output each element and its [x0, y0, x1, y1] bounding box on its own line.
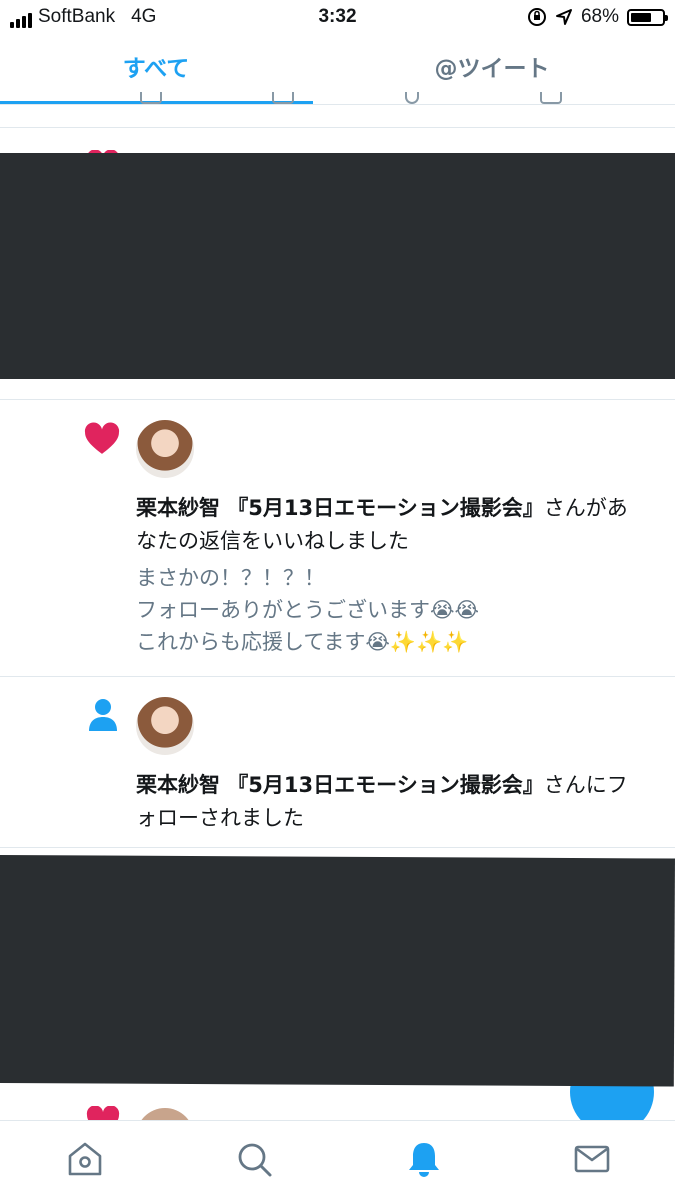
notification-text: 栗本紗智 『5月13日エモーション撮影会』さんにフォローされました	[136, 769, 646, 835]
person-icon	[89, 699, 117, 731]
avatar[interactable]	[136, 697, 194, 755]
home-icon[interactable]	[65, 1139, 105, 1179]
search-icon[interactable]	[234, 1139, 274, 1179]
partially-hidden-tweet-actions	[0, 92, 675, 106]
battery-icon	[627, 8, 668, 26]
notification-follow[interactable]: 栗本紗智 『5月13日エモーション撮影会』さんにフォローされました	[0, 677, 675, 847]
divider	[0, 127, 675, 128]
status-right: 68%	[527, 6, 668, 28]
bottom-navigation	[0, 1120, 675, 1201]
messages-icon[interactable]	[572, 1139, 612, 1179]
heart-icon	[86, 1106, 120, 1120]
retweet-icon	[272, 92, 294, 104]
notification-like[interactable]: 栗本紗智 『5月13日エモーション撮影会』さんがあなたの返信をいいねしました ま…	[0, 400, 675, 676]
heart-icon	[84, 422, 120, 454]
user-name[interactable]: 栗本紗智 『5月13日エモーション撮影会』	[136, 773, 544, 797]
divider	[0, 847, 675, 848]
redacted-region	[0, 153, 675, 379]
like-icon	[405, 92, 419, 104]
notification-text: 栗本紗智 『5月13日エモーション撮影会』さんがあなたの返信をいいねしました	[136, 492, 646, 558]
quoted-reply-text: まさかの！？！？！ フォローありがとうございます😭😭 これからも応援してます😭✨…	[136, 566, 480, 654]
user-name[interactable]: 栗本紗智 『5月13日エモーション撮影会』	[136, 496, 544, 520]
status-bar: SoftBank 4G 3:32 68%	[0, 0, 675, 36]
location-arrow-icon	[555, 9, 572, 25]
avatar[interactable]	[136, 420, 194, 478]
avatar[interactable]	[136, 1108, 194, 1120]
reply-icon	[140, 92, 162, 104]
battery-percent: 68%	[580, 6, 619, 27]
redacted-region	[0, 855, 675, 1087]
notifications-bell-icon[interactable]	[404, 1139, 444, 1179]
orientation-lock-icon	[527, 8, 546, 26]
share-icon	[540, 92, 562, 104]
